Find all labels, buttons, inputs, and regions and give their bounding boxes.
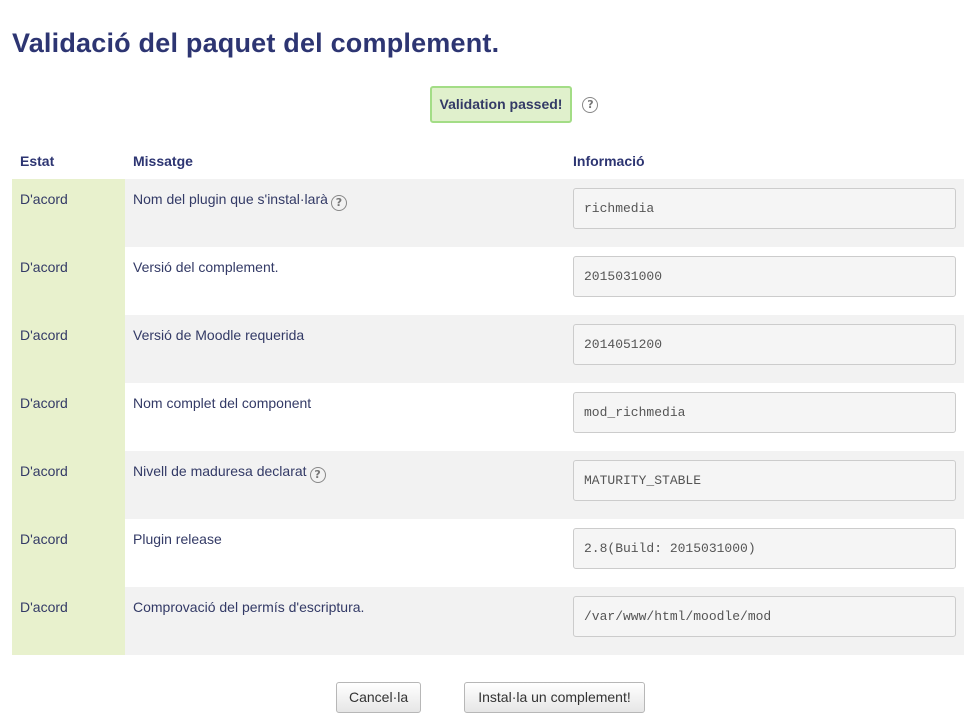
cancel-button[interactable]: Cancel·la xyxy=(336,682,421,713)
column-header-message: Missatge xyxy=(133,152,193,169)
message-text: Versió del complement. xyxy=(133,259,279,275)
status-cell: D'acord xyxy=(12,315,125,383)
table-row: D'acord Comprovació del permís d'escript… xyxy=(12,587,964,655)
table-row: D'acord Versió del complement. 201503100… xyxy=(12,247,964,315)
help-icon[interactable]: ? xyxy=(582,96,599,113)
message-text: Nom del plugin que s'instal·larà xyxy=(133,191,328,207)
info-cell: richmedia xyxy=(565,179,964,247)
info-cell: MATURITY_STABLE xyxy=(565,451,964,519)
info-value: MATURITY_STABLE xyxy=(573,460,956,501)
table-row: D'acord Nom del plugin que s'instal·larà… xyxy=(12,179,964,247)
info-value: richmedia xyxy=(573,188,956,229)
status-cell: D'acord xyxy=(12,451,125,519)
column-header-status: Estat xyxy=(20,152,55,169)
page-title: Validació del paquet del complement. xyxy=(12,28,500,58)
info-cell: 2.8(Build: 2015031000) xyxy=(565,519,964,587)
table-row: D'acord Versió de Moodle requerida 20140… xyxy=(12,315,964,383)
status-cell: D'acord xyxy=(12,519,125,587)
button-row: Cancel·la Instal·la un complement! xyxy=(0,682,979,714)
info-value: 2015031000 xyxy=(573,256,956,297)
info-value: 2014051200 xyxy=(573,324,956,365)
table-row: D'acord Nom complet del component mod_ri… xyxy=(12,383,964,451)
message-cell: Plugin release xyxy=(125,519,565,587)
message-cell: Comprovació del permís d'escriptura. xyxy=(125,587,565,655)
message-text: Plugin release xyxy=(133,531,222,547)
table-header-row: Estat Missatge Informació xyxy=(12,142,964,179)
status-cell: D'acord xyxy=(12,247,125,315)
info-value: /var/www/html/moodle/mod xyxy=(573,596,956,637)
info-cell: 2015031000 xyxy=(565,247,964,315)
table-row: D'acord Nivell de maduresa declarat? MAT… xyxy=(12,451,964,519)
table-row: D'acord Plugin release 2.8(Build: 201503… xyxy=(12,519,964,587)
message-cell: Versió de Moodle requerida xyxy=(125,315,565,383)
status-cell: D'acord xyxy=(12,587,125,655)
install-plugin-button[interactable]: Instal·la un complement! xyxy=(464,682,645,713)
info-value: mod_richmedia xyxy=(573,392,956,433)
info-value: 2.8(Build: 2015031000) xyxy=(573,528,956,569)
status-badge: Validation passed! xyxy=(429,86,573,123)
message-text: Versió de Moodle requerida xyxy=(133,327,305,343)
message-cell: Nivell de maduresa declarat? xyxy=(125,451,565,519)
help-icon[interactable]: ? xyxy=(309,467,326,483)
column-header-info: Informació xyxy=(573,152,645,169)
info-cell: 2014051200 xyxy=(565,315,964,383)
validation-table: Estat Missatge Informació D'acord Nom de… xyxy=(12,142,964,655)
info-cell: /var/www/html/moodle/mod xyxy=(565,587,964,655)
message-cell: Nom complet del component xyxy=(125,383,565,451)
info-cell: mod_richmedia xyxy=(565,383,964,451)
message-text: Comprovació del permís d'escriptura. xyxy=(133,599,365,615)
help-icon[interactable]: ? xyxy=(330,195,347,211)
message-cell: Versió del complement. xyxy=(125,247,565,315)
validation-status: Validation passed! ? xyxy=(0,86,979,123)
message-cell: Nom del plugin que s'instal·larà? xyxy=(125,179,565,247)
status-cell: D'acord xyxy=(12,383,125,451)
message-text: Nom complet del component xyxy=(133,395,312,411)
status-cell: D'acord xyxy=(12,179,125,247)
message-text: Nivell de maduresa declarat xyxy=(133,463,307,479)
